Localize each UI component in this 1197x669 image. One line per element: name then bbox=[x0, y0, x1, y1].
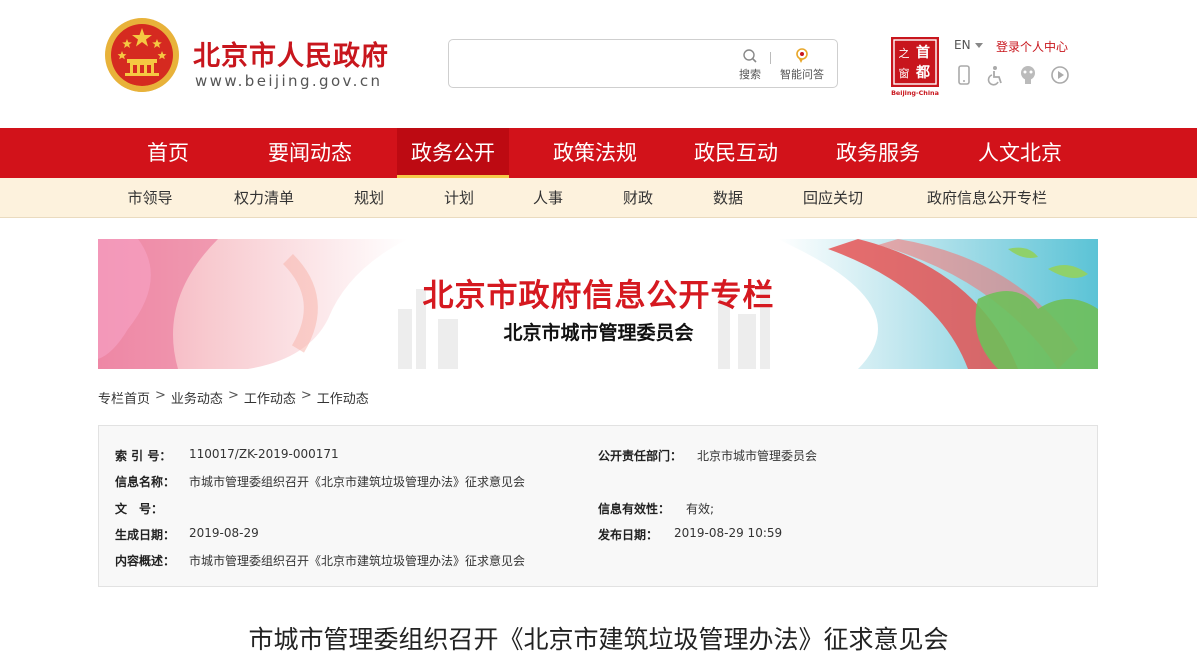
info-name-label: 信息名称： bbox=[115, 475, 176, 489]
accessibility-tools bbox=[954, 64, 1070, 86]
validity-value: 有效; bbox=[686, 502, 715, 516]
created-date-value: 2019-08-29 bbox=[189, 526, 259, 540]
svg-text:Beijing-China: Beijing-China bbox=[891, 89, 939, 97]
search-input[interactable] bbox=[457, 48, 727, 80]
smart-qa-button[interactable]: 智能问答 bbox=[772, 46, 832, 84]
main-nav-policies[interactable]: 政策法规 bbox=[539, 128, 651, 178]
mobile-icon[interactable] bbox=[954, 64, 974, 86]
elder-mode-icon[interactable] bbox=[1018, 64, 1038, 86]
language-label: EN bbox=[954, 38, 971, 52]
sub-nav-planning[interactable]: 规划 bbox=[339, 178, 399, 218]
language-switch[interactable]: EN bbox=[954, 38, 983, 52]
search-divider bbox=[770, 52, 771, 64]
login-link[interactable]: 登录个人中心 bbox=[996, 38, 1068, 55]
breadcrumb-item-work-news[interactable]: 工作动态 bbox=[244, 388, 296, 407]
main-nav-news[interactable]: 要闻动态 bbox=[254, 128, 366, 178]
published-date-label: 发布日期： bbox=[598, 528, 659, 542]
info-name-value: 市城市管理委组织召开《北京市建筑垃圾管理办法》征求意见会 bbox=[189, 475, 526, 489]
index-number-label: 索 引 号： bbox=[115, 449, 172, 463]
capital-window-logo[interactable]: 首 都 之 窗 Beijing-China bbox=[889, 35, 945, 97]
document-info-panel: 索 引 号： 110017/ZK-2019-000171 公开责任部门： 北京市… bbox=[98, 425, 1098, 587]
sub-nav-response[interactable]: 回应关切 bbox=[791, 178, 875, 218]
main-nav-services[interactable]: 政务服务 bbox=[822, 128, 934, 178]
search-icon bbox=[743, 49, 757, 63]
breadcrumb-separator: > bbox=[155, 388, 166, 403]
audio-play-icon[interactable] bbox=[1050, 64, 1070, 86]
svg-text:首: 首 bbox=[916, 44, 930, 61]
sub-nav-plan[interactable]: 计划 bbox=[429, 178, 489, 218]
main-nav: 首页 要闻动态 政务公开 政策法规 政民互动 政务服务 人文北京 bbox=[0, 128, 1197, 178]
search-box: 搜索 智能问答 bbox=[448, 39, 838, 88]
svg-text:之: 之 bbox=[899, 46, 910, 60]
banner-title: 北京市政府信息公开专栏 bbox=[422, 278, 775, 314]
main-nav-home[interactable]: 首页 bbox=[112, 128, 224, 178]
search-button-label: 搜索 bbox=[739, 68, 761, 81]
smart-qa-icon bbox=[796, 48, 808, 63]
sub-nav-personnel[interactable]: 人事 bbox=[518, 178, 578, 218]
main-nav-interaction[interactable]: 政民互动 bbox=[680, 128, 792, 178]
main-nav-gov-affairs-open[interactable]: 政务公开 bbox=[397, 128, 509, 178]
breadcrumb-separator: > bbox=[227, 388, 239, 403]
smart-qa-label: 智能问答 bbox=[780, 68, 824, 81]
sub-nav-finance[interactable]: 财政 bbox=[608, 178, 668, 218]
svg-text:窗: 窗 bbox=[899, 66, 910, 80]
banner-subtitle: 北京市城市管理委员会 bbox=[503, 322, 694, 344]
sub-nav: 市领导 权力清单 规划 计划 人事 财政 数据 回应关切 政府信息公开专栏 bbox=[0, 178, 1197, 218]
accessibility-icon[interactable] bbox=[986, 64, 1006, 86]
sub-nav-leaders[interactable]: 市领导 bbox=[110, 178, 190, 218]
article-title: 市城市管理委组织召开《北京市建筑垃圾管理办法》征求意见会 bbox=[248, 625, 949, 654]
main-nav-culture[interactable]: 人文北京 bbox=[964, 128, 1076, 178]
breadcrumb-separator: > bbox=[300, 388, 312, 403]
site-url[interactable]: www.beijing.gov.cn bbox=[195, 72, 382, 90]
summary-value: 市城市管理委组织召开《北京市建筑垃圾管理办法》征求意见会 bbox=[189, 554, 526, 568]
site-name[interactable]: 北京市人民政府 bbox=[193, 34, 389, 73]
created-date-label: 生成日期： bbox=[115, 528, 176, 542]
breadcrumb: 专栏首页 > 业务动态 > 工作动态 > 工作动态 bbox=[98, 388, 369, 407]
responsible-dept-value: 北京市城市管理委员会 bbox=[697, 449, 818, 463]
site-header: 北京市人民政府 www.beijing.gov.cn 搜索 智能问答 首 都 之 bbox=[0, 0, 1197, 128]
search-button[interactable]: 搜索 bbox=[732, 46, 768, 84]
validity-label: 信息有效性： bbox=[598, 502, 671, 516]
breadcrumb-item-current[interactable]: 工作动态 bbox=[317, 388, 369, 407]
sub-nav-data[interactable]: 数据 bbox=[698, 178, 758, 218]
sub-nav-power-list[interactable]: 权力清单 bbox=[222, 178, 306, 218]
svg-text:都: 都 bbox=[915, 65, 930, 81]
index-number-value: 110017/ZK-2019-000171 bbox=[189, 447, 339, 461]
doc-number-label: 文 号： bbox=[115, 502, 164, 516]
chevron-down-icon bbox=[974, 43, 983, 48]
breadcrumb-item-home[interactable]: 专栏首页 bbox=[98, 388, 150, 407]
breadcrumb-item-business[interactable]: 业务动态 bbox=[171, 388, 223, 407]
published-date-value: 2019-08-29 10:59 bbox=[674, 526, 783, 540]
responsible-dept-label: 公开责任部门： bbox=[598, 449, 683, 463]
summary-label: 内容概述： bbox=[115, 554, 176, 568]
national-emblem-icon[interactable] bbox=[103, 15, 181, 95]
sub-nav-info-disclosure[interactable]: 政府信息公开专栏 bbox=[912, 178, 1062, 218]
